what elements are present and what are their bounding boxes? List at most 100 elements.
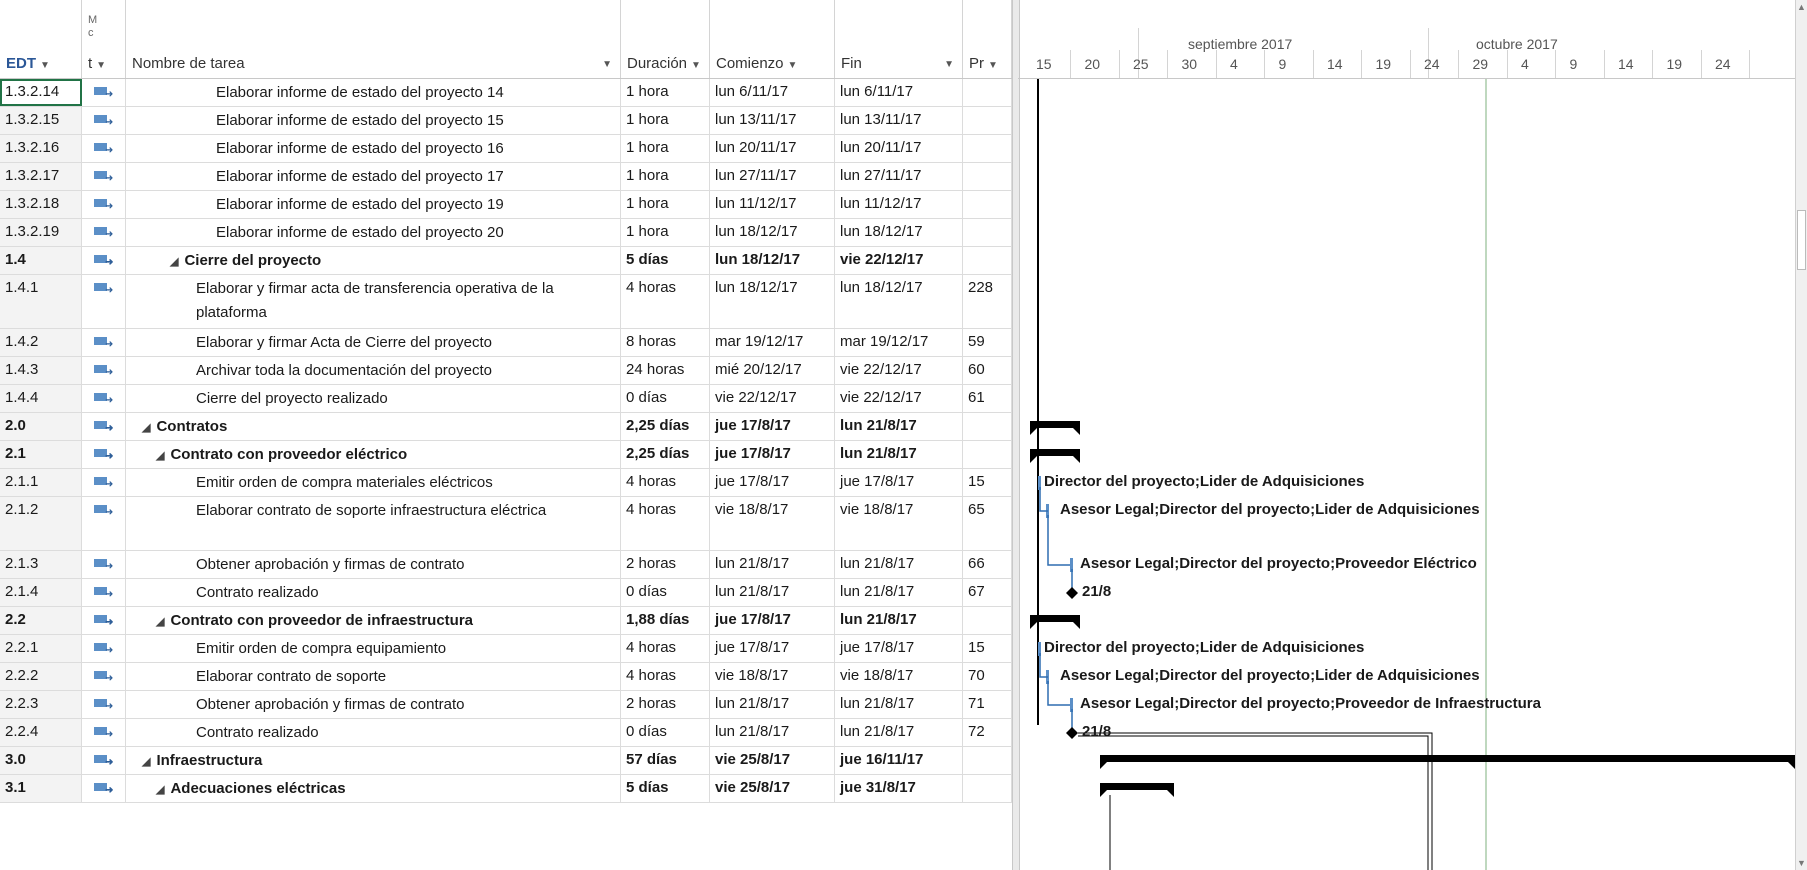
end-cell[interactable]: lun 21/8/17	[835, 719, 963, 746]
filter-arrow-icon[interactable]: ▼	[691, 60, 701, 71]
edt-cell[interactable]: 1.3.2.17	[0, 163, 82, 190]
start-cell[interactable]: lun 6/11/17	[710, 79, 835, 106]
task-row[interactable]: 1.3.2.18 ➜ Elaborar informe de estado del …	[0, 191, 1012, 219]
edt-cell[interactable]: 1.4.4	[0, 385, 82, 412]
task-name-cell[interactable]: ◢ Adecuaciones eléctricas	[126, 775, 621, 802]
scroll-down-icon[interactable]: ▼	[1797, 858, 1806, 868]
end-cell[interactable]: jue 17/8/17	[835, 635, 963, 662]
edt-cell[interactable]: 2.1.3	[0, 551, 82, 578]
duration-cell[interactable]: 1 hora	[621, 163, 710, 190]
edt-cell[interactable]: 1.4.3	[0, 357, 82, 384]
start-cell[interactable]: lun 20/11/17	[710, 135, 835, 162]
col-end-header[interactable]: Fin ▼	[835, 0, 963, 78]
task-name-cell[interactable]: Contrato realizado	[126, 719, 621, 746]
start-cell[interactable]: lun 21/8/17	[710, 691, 835, 718]
duration-cell[interactable]: 4 horas	[621, 275, 710, 328]
task-mode-cell[interactable]: ➜	[82, 469, 126, 496]
task-mode-cell[interactable]: ➜	[82, 719, 126, 746]
task-mode-cell[interactable]: ➜	[82, 579, 126, 606]
predecessor-cell[interactable]: 15	[963, 635, 1012, 662]
edt-cell[interactable]: 1.4	[0, 247, 82, 274]
task-mode-cell[interactable]: ➜	[82, 691, 126, 718]
task-mode-cell[interactable]: ➜	[82, 163, 126, 190]
task-row[interactable]: 1.4 ➜ ◢ Cierre del proyecto 5 días lun 18/12/…	[0, 247, 1012, 275]
col-duration-header[interactable]: Duración ▼	[621, 0, 710, 78]
task-name-cell[interactable]: Cierre del proyecto realizado	[126, 385, 621, 412]
start-cell[interactable]: lun 21/8/17	[710, 551, 835, 578]
predecessor-cell[interactable]: 72	[963, 719, 1012, 746]
start-cell[interactable]: lun 18/12/17	[710, 275, 835, 328]
start-cell[interactable]: mié 20/12/17	[710, 357, 835, 384]
predecessor-cell[interactable]	[963, 747, 1012, 774]
predecessor-cell[interactable]: 59	[963, 329, 1012, 356]
task-row[interactable]: 2.2.4 ➜ Contrato realizado 0 días lun 21/8/1…	[0, 719, 1012, 747]
end-cell[interactable]: lun 18/12/17	[835, 275, 963, 328]
start-cell[interactable]: vie 18/8/17	[710, 497, 835, 550]
task-mode-cell[interactable]: ➜	[82, 247, 126, 274]
end-cell[interactable]: mar 19/12/17	[835, 329, 963, 356]
end-cell[interactable]: lun 20/11/17	[835, 135, 963, 162]
predecessor-cell[interactable]: 15	[963, 469, 1012, 496]
start-cell[interactable]: jue 17/8/17	[710, 441, 835, 468]
end-cell[interactable]: lun 21/8/17	[835, 413, 963, 440]
duration-cell[interactable]: 1 hora	[621, 191, 710, 218]
task-row[interactable]: 1.3.2.15 ➜ Elaborar informe de estado del …	[0, 107, 1012, 135]
end-cell[interactable]: vie 18/8/17	[835, 663, 963, 690]
task-mode-cell[interactable]: ➜	[82, 219, 126, 246]
task-name-cell[interactable]: Elaborar informe de estado del proyecto …	[126, 79, 621, 106]
duration-cell[interactable]: 0 días	[621, 719, 710, 746]
start-cell[interactable]: lun 13/11/17	[710, 107, 835, 134]
task-row[interactable]: 2.1.3 ➜ Obtener aprobación y firmas de con…	[0, 551, 1012, 579]
task-row[interactable]: 2.1 ➜ ◢ Contrato con proveedor eléctrico 2,2…	[0, 441, 1012, 469]
task-mode-cell[interactable]: ➜	[82, 275, 126, 328]
edt-cell[interactable]: 2.1	[0, 441, 82, 468]
task-row[interactable]: 1.3.2.17 ➜ Elaborar informe de estado del …	[0, 163, 1012, 191]
task-name-cell[interactable]: ◢ Contratos	[126, 413, 621, 440]
end-cell[interactable]: lun 21/8/17	[835, 579, 963, 606]
start-cell[interactable]: lun 21/8/17	[710, 579, 835, 606]
duration-cell[interactable]: 2 horas	[621, 551, 710, 578]
task-row[interactable]: 2.0 ➜ ◢ Contratos 2,25 días jue 17/8/17 lun 21…	[0, 413, 1012, 441]
filter-arrow-icon[interactable]: ▼	[40, 60, 50, 71]
edt-cell[interactable]: 2.2.4	[0, 719, 82, 746]
task-mode-cell[interactable]: ➜	[82, 385, 126, 412]
collapse-triangle-icon[interactable]: ◢	[156, 784, 164, 796]
task-name-cell[interactable]: Obtener aprobación y firmas de contrato	[126, 691, 621, 718]
start-cell[interactable]: lun 27/11/17	[710, 163, 835, 190]
end-cell[interactable]: vie 22/12/17	[835, 247, 963, 274]
filter-arrow-icon[interactable]: ▼	[788, 60, 798, 71]
collapse-triangle-icon[interactable]: ◢	[170, 256, 178, 268]
task-row[interactable]: 2.2.2 ➜ Elaborar contrato de soporte 4 hora…	[0, 663, 1012, 691]
duration-cell[interactable]: 5 días	[621, 247, 710, 274]
edt-cell[interactable]: 3.1	[0, 775, 82, 802]
task-mode-cell[interactable]: ➜	[82, 635, 126, 662]
predecessor-cell[interactable]	[963, 441, 1012, 468]
task-mode-cell[interactable]: ➜	[82, 413, 126, 440]
start-cell[interactable]: vie 25/8/17	[710, 747, 835, 774]
end-cell[interactable]: vie 22/12/17	[835, 385, 963, 412]
start-cell[interactable]: vie 22/12/17	[710, 385, 835, 412]
duration-cell[interactable]: 2 horas	[621, 691, 710, 718]
start-cell[interactable]: jue 17/8/17	[710, 469, 835, 496]
edt-cell[interactable]: 2.0	[0, 413, 82, 440]
task-name-cell[interactable]: Elaborar informe de estado del proyecto …	[126, 107, 621, 134]
task-mode-cell[interactable]: ➜	[82, 663, 126, 690]
col-start-header[interactable]: Comienzo ▼	[710, 0, 835, 78]
filter-arrow-icon[interactable]: ▼	[944, 59, 954, 70]
duration-cell[interactable]: 5 días	[621, 775, 710, 802]
edt-cell[interactable]: 2.2.1	[0, 635, 82, 662]
task-mode-cell[interactable]: ➜	[82, 441, 126, 468]
task-row[interactable]: 1.4.4 ➜ Cierre del proyecto realizado 0 día…	[0, 385, 1012, 413]
predecessor-cell[interactable]: 60	[963, 357, 1012, 384]
task-mode-cell[interactable]: ➜	[82, 79, 126, 106]
task-mode-cell[interactable]: ➜	[82, 357, 126, 384]
predecessor-cell[interactable]: 61	[963, 385, 1012, 412]
duration-cell[interactable]: 1 hora	[621, 79, 710, 106]
duration-cell[interactable]: 0 días	[621, 579, 710, 606]
predecessor-cell[interactable]	[963, 191, 1012, 218]
collapse-triangle-icon[interactable]: ◢	[156, 450, 164, 462]
task-name-cell[interactable]: ◢ Cierre del proyecto	[126, 247, 621, 274]
col-mode-header[interactable]: Mc t ▼	[82, 0, 126, 78]
predecessor-cell[interactable]: 67	[963, 579, 1012, 606]
edt-cell[interactable]: 1.3.2.19	[0, 219, 82, 246]
